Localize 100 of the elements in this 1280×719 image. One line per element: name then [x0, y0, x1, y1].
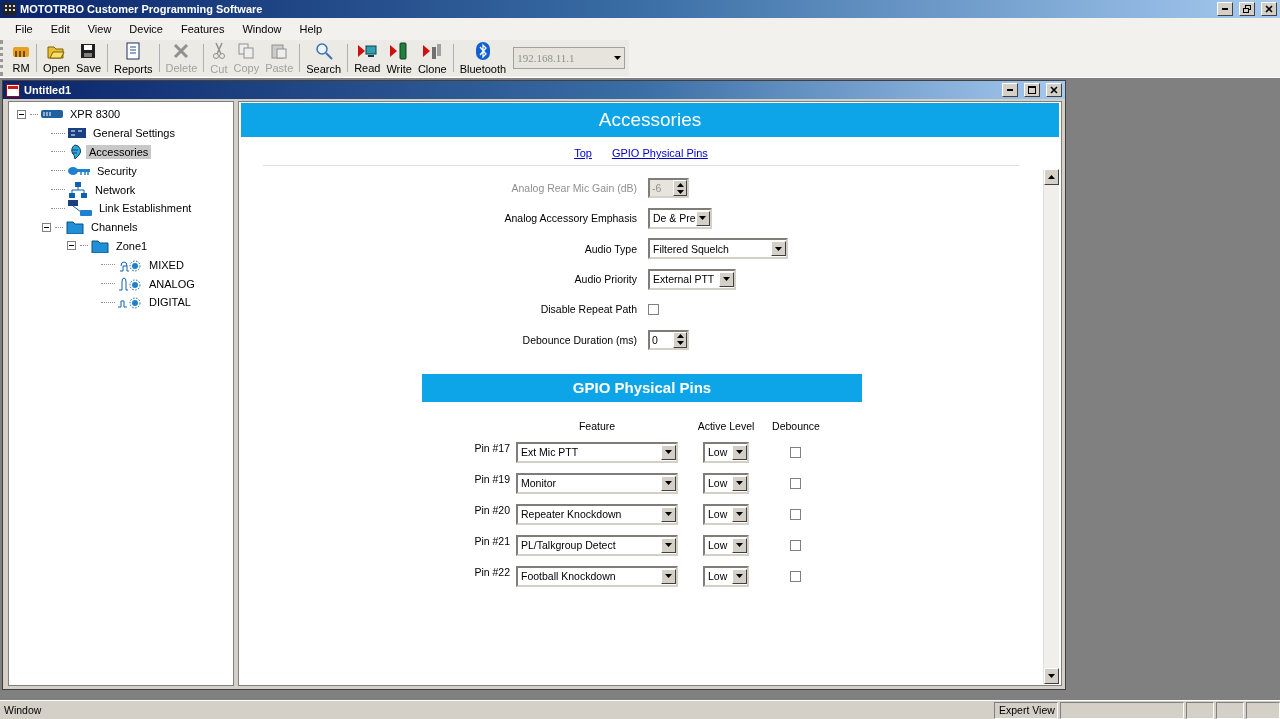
checkbox[interactable]	[790, 477, 801, 489]
dropdown[interactable]: Low	[703, 534, 749, 556]
dropdown[interactable]: Repeater Knockdown	[516, 503, 678, 525]
field-label: Audio Type	[583, 242, 637, 255]
tree-item[interactable]: MIXED	[146, 257, 187, 272]
menu-item[interactable]: File	[6, 23, 42, 35]
dropdown[interactable]: Filtered Squelch	[648, 238, 788, 260]
anchor-link[interactable]: Top	[574, 147, 592, 159]
status-pane: Expert View	[994, 701, 1058, 719]
pin-label: Pin #21	[474, 534, 510, 547]
analog-channel-icon	[118, 276, 142, 291]
dropdown[interactable]: PL/Talkgroup Detect	[516, 534, 678, 556]
section-header: GPIO Physical Pins	[422, 373, 862, 402]
spinner-field[interactable]: 0	[648, 329, 689, 350]
checkbox[interactable]	[648, 303, 659, 315]
down-arrow-icon	[1048, 674, 1055, 678]
tree-item[interactable]: Accessories	[86, 145, 152, 159]
minus-icon	[19, 111, 24, 117]
pin-label: Pin #17	[474, 441, 510, 454]
toolbar-button[interactable]: Write	[383, 41, 415, 75]
report-icon	[126, 41, 141, 60]
spinner-field: -6	[648, 178, 689, 199]
tree-item[interactable]: Zone1	[113, 238, 151, 253]
status-pane	[1246, 701, 1280, 719]
dropdown[interactable]: Football Knockdown	[516, 565, 678, 587]
dropdown[interactable]: De & Pre	[648, 207, 712, 229]
tree-item[interactable]: Network	[92, 182, 139, 197]
window-title: MOTOTRBO Customer Programming Software	[20, 3, 263, 15]
floppy-icon	[80, 42, 97, 59]
down-arrow-icon	[665, 574, 672, 579]
menu-item[interactable]: View	[78, 23, 121, 35]
vertical-scrollbar[interactable]	[1043, 169, 1059, 684]
toolbar-button[interactable]: Read	[351, 41, 384, 75]
tree-item[interactable]: XPR 8300	[67, 107, 124, 122]
tree-item[interactable]: ANALOG	[146, 276, 198, 291]
bluetooth-icon	[475, 41, 490, 60]
search-icon	[314, 41, 333, 60]
status-text: Window	[3, 704, 43, 716]
checkbox[interactable]	[790, 539, 801, 551]
menu-item[interactable]: Window	[233, 23, 291, 35]
settings-icon	[68, 128, 86, 139]
down-arrow-icon	[665, 543, 672, 548]
digital-channel-icon	[118, 295, 142, 310]
restore-button[interactable]	[1239, 2, 1255, 16]
down-arrow-icon	[665, 512, 672, 517]
down-arrow-icon	[614, 56, 622, 60]
collapse-toggle[interactable]	[42, 222, 51, 232]
tree-item[interactable]: Link Establishment	[96, 201, 195, 216]
down-arrow-icon	[736, 450, 743, 455]
toolbar-button[interactable]: Reports	[111, 41, 156, 75]
mixed-channel-icon	[118, 257, 142, 272]
column-header: Debounce	[771, 419, 821, 432]
toolbar-button: Delete	[162, 41, 201, 75]
menu-item[interactable]: Help	[290, 23, 332, 35]
status-pane	[1216, 701, 1244, 719]
toolbar-button[interactable]: Open	[40, 41, 73, 75]
write-icon	[389, 41, 410, 60]
minimize-button[interactable]	[1002, 83, 1018, 97]
toolbar-button[interactable]: Clone	[414, 41, 450, 75]
field-label: Analog Accessory Emphasis	[503, 212, 637, 225]
minus-icon	[69, 243, 74, 249]
toolbar-button[interactable]: RM	[9, 41, 33, 75]
menu-item[interactable]: Edit	[41, 23, 79, 35]
dropdown[interactable]: External PTT	[648, 268, 736, 290]
maximize-icon	[1028, 86, 1036, 94]
page-header: Accessories	[241, 103, 1059, 137]
collapse-toggle[interactable]	[17, 109, 26, 119]
tree-item[interactable]: Security	[94, 163, 140, 178]
collapse-toggle[interactable]	[67, 241, 76, 251]
address-combo: 192.168.11.1	[513, 47, 626, 69]
dropdown[interactable]: Monitor	[516, 472, 678, 494]
menu-item[interactable]: Features	[172, 23, 234, 35]
dropdown[interactable]: Ext Mic PTT	[516, 441, 678, 463]
down-arrow-icon	[676, 341, 684, 346]
column-header: Active Level	[696, 419, 756, 432]
dropdown[interactable]: Low	[703, 441, 749, 463]
toolbar-button[interactable]: Search	[303, 41, 345, 75]
checkbox[interactable]	[790, 570, 801, 582]
field-label: Analog Rear Mic Gain (dB)	[510, 182, 637, 195]
tree-item[interactable]: Channels	[88, 220, 141, 235]
close-button[interactable]	[1261, 2, 1277, 16]
tree-item[interactable]: General Settings	[90, 126, 178, 141]
down-arrow-icon	[736, 512, 743, 517]
toolbar-button[interactable]: Save	[72, 41, 104, 75]
checkbox[interactable]	[790, 446, 801, 458]
toolbar-button[interactable]: Bluetooth	[456, 41, 510, 75]
key-icon	[68, 165, 90, 176]
close-button[interactable]	[1046, 83, 1062, 97]
anchor-link[interactable]: GPIO Physical Pins	[611, 147, 708, 159]
tree-item[interactable]: DIGITAL	[146, 295, 194, 310]
dropdown[interactable]: Low	[703, 503, 749, 525]
maximize-button[interactable]	[1024, 83, 1040, 97]
dropdown[interactable]: Low	[703, 472, 749, 494]
status-pane	[1186, 701, 1214, 719]
minimize-button[interactable]	[1217, 2, 1233, 16]
dropdown[interactable]: Low	[703, 565, 749, 587]
menu-item[interactable]: Device	[120, 23, 172, 35]
checkbox[interactable]	[790, 508, 801, 520]
app-icon	[3, 3, 16, 15]
up-arrow-icon	[1048, 175, 1055, 179]
